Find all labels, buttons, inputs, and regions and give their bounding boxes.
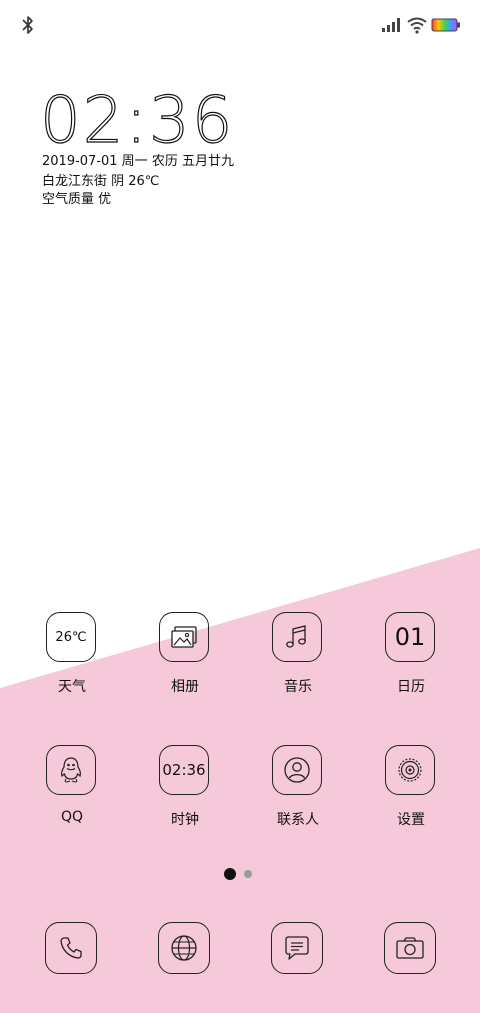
calendar-day: 01 <box>394 623 426 651</box>
app-label: 联系人 <box>277 812 319 828</box>
app-label: 日历 <box>397 679 425 695</box>
app-qq[interactable]: QQ <box>22 745 122 855</box>
camera-tile[interactable] <box>384 922 436 974</box>
app-weather[interactable]: 26℃ 天气 <box>22 612 122 722</box>
music-tile[interactable] <box>272 612 322 662</box>
phone-tile[interactable] <box>45 922 97 974</box>
app-label: 音乐 <box>284 679 312 695</box>
app-label: 天气 <box>58 679 86 695</box>
bluetooth-icon <box>22 16 33 34</box>
status-bar <box>0 0 480 52</box>
contacts-icon <box>284 757 310 783</box>
messages-tile[interactable] <box>271 922 323 974</box>
calendar-icon[interactable]: 01 <box>385 612 435 662</box>
app-label: QQ <box>60 809 84 825</box>
app-music[interactable]: 音乐 <box>248 612 348 722</box>
weather-line: 白龙江东街 阴 26℃ <box>42 174 160 189</box>
app-label: 时钟 <box>171 812 199 828</box>
dock-browser[interactable] <box>135 922 235 982</box>
app-clock[interactable]: 02:36 时钟 <box>135 745 235 855</box>
settings-tile[interactable] <box>385 745 435 795</box>
signal-icon <box>382 18 400 32</box>
settings-gear-icon <box>398 758 422 782</box>
wifi-icon <box>407 17 427 34</box>
page-dot[interactable] <box>244 870 252 878</box>
battery-icon <box>431 18 460 32</box>
dock-phone[interactable] <box>22 922 122 982</box>
music-note-icon <box>286 625 306 648</box>
date-line: 2019-07-01 周一 农历 五月廿九 <box>42 154 234 169</box>
weather-temperature: 26℃ <box>55 629 87 645</box>
gallery-icon <box>171 626 197 648</box>
app-gallery[interactable]: 相册 <box>135 612 235 722</box>
clock-icon[interactable]: 02:36 <box>159 745 209 795</box>
gallery-tile[interactable] <box>159 612 209 662</box>
browser-tile[interactable] <box>158 922 210 974</box>
messages-icon <box>285 936 309 960</box>
clock-time: 02:36 <box>162 761 206 779</box>
dock-camera[interactable] <box>361 922 461 982</box>
browser-globe-icon <box>171 935 197 961</box>
weather-icon[interactable]: 26℃ <box>46 612 96 662</box>
time-display: 02:36 <box>40 86 234 150</box>
app-contacts[interactable]: 联系人 <box>248 745 348 855</box>
page-indicator[interactable] <box>224 866 264 882</box>
app-settings[interactable]: 设置 <box>361 745 461 855</box>
dock-messages[interactable] <box>248 922 348 982</box>
phone-icon <box>60 937 82 959</box>
contacts-tile[interactable] <box>272 745 322 795</box>
camera-icon <box>396 937 424 959</box>
app-label: 相册 <box>171 679 199 695</box>
qq-penguin-icon <box>61 757 81 783</box>
page-dot-active[interactable] <box>224 868 236 880</box>
air-quality-line: 空气质量 优 <box>42 192 112 207</box>
qq-tile[interactable] <box>46 745 96 795</box>
app-calendar[interactable]: 01 日历 <box>361 612 461 722</box>
time-text: 02:36 <box>40 86 234 150</box>
app-label: 设置 <box>397 812 425 828</box>
